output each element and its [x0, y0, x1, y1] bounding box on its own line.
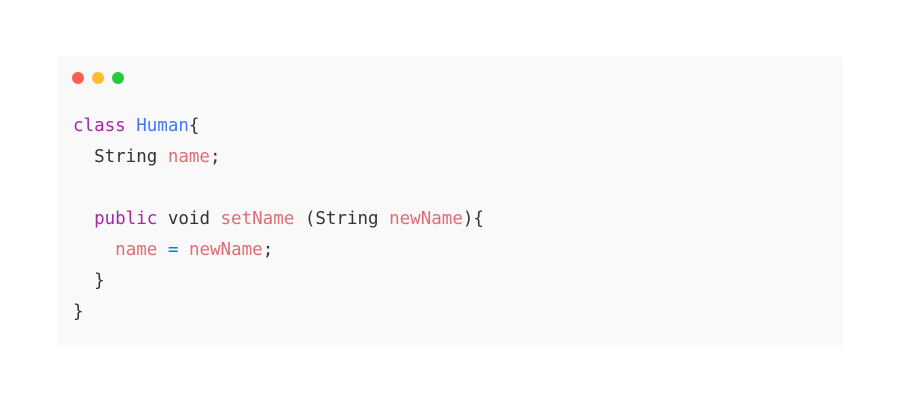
code-token-plain: } — [73, 302, 84, 322]
maximize-dot-icon — [112, 72, 124, 84]
code-line: name = newName; — [73, 235, 484, 266]
close-dot-icon — [72, 72, 84, 84]
code-token-identifier: newName — [389, 209, 463, 229]
code-token-identifier: setName — [220, 209, 295, 229]
code-token-identifier: name — [167, 147, 210, 167]
code-token-plain: ; — [262, 240, 274, 260]
code-token-plain: ){ — [462, 209, 484, 229]
code-token-plain: } — [73, 271, 105, 291]
code-token-keyword: class — [73, 116, 126, 136]
minimize-dot-icon — [92, 72, 104, 84]
code-token-plain: (String — [294, 209, 390, 229]
code-line: public void setName (String newName){ — [73, 204, 484, 235]
code-block: class Human{ String name; public void se… — [57, 56, 843, 347]
code-line: } — [73, 297, 484, 328]
code-token-class-name: Human — [136, 116, 189, 136]
code-token-plain: String — [73, 147, 168, 167]
code-token-plain: ; — [209, 147, 221, 167]
code-token-operator: = — [167, 240, 179, 260]
code-token-plain: void — [157, 209, 221, 229]
code-token-keyword: public — [94, 209, 158, 229]
code-token-identifier: newName — [188, 240, 263, 260]
code-token-plain: { — [188, 116, 200, 136]
code-token-identifier: name — [115, 240, 158, 260]
code-line: String name; — [73, 142, 484, 173]
code-line: } — [73, 266, 484, 297]
code-line: class Human{ — [73, 111, 484, 142]
code-content: class Human{ String name; public void se… — [73, 111, 484, 328]
